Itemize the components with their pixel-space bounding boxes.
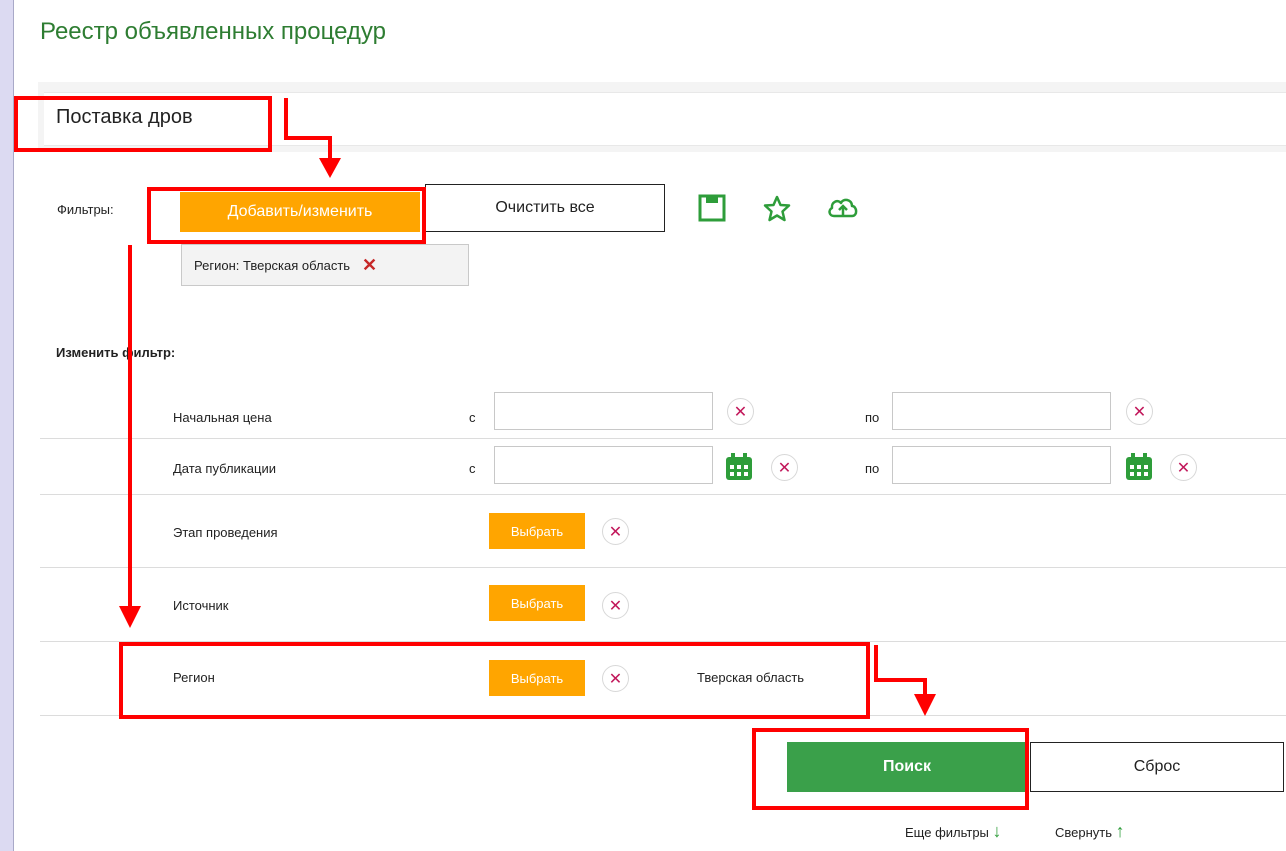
filter-chip-region: Регион: Тверская область ✕ <box>181 244 469 286</box>
date-to-label: по <box>865 461 880 476</box>
stage-clear-icon[interactable]: ✕ <box>602 518 629 545</box>
price-from-label: с <box>469 410 476 425</box>
date-from-clear-icon[interactable]: ✕ <box>771 454 798 481</box>
date-from-label: с <box>469 461 476 476</box>
date-to-input[interactable] <box>892 446 1111 484</box>
annotation-box-search-button <box>752 728 1029 810</box>
calendar-icon[interactable] <box>1124 452 1154 482</box>
star-icon[interactable] <box>762 194 792 224</box>
filter-label-stage: Этап проведения <box>173 525 278 540</box>
filter-chip-label: Регион: Тверская область <box>194 257 351 273</box>
date-from-input[interactable] <box>494 446 713 484</box>
filter-label-initial-price: Начальная цена <box>173 410 272 425</box>
calendar-icon[interactable] <box>724 452 754 482</box>
date-to-clear-icon[interactable]: ✕ <box>1170 454 1197 481</box>
arrow-down-icon: ↓ <box>992 821 1002 841</box>
price-to-clear-icon[interactable]: ✕ <box>1126 398 1153 425</box>
price-from-input[interactable] <box>494 392 713 430</box>
cloud-upload-icon[interactable] <box>826 194 860 222</box>
clear-all-button[interactable]: Очистить все <box>425 184 665 232</box>
row-divider <box>40 438 1286 439</box>
filter-label-source: Источник <box>173 598 229 613</box>
more-filters-label: Еще фильтры <box>905 825 989 840</box>
annotation-box-add-button <box>147 187 426 244</box>
price-from-clear-icon[interactable]: ✕ <box>727 398 754 425</box>
collapse-link[interactable]: Свернуть ↑ <box>1055 821 1125 842</box>
row-divider <box>40 567 1286 568</box>
collapse-label: Свернуть <box>1055 825 1113 840</box>
row-divider <box>40 494 1286 495</box>
page-title: Реестр объявленных процедур <box>40 18 386 45</box>
edit-filter-heading: Изменить фильтр: <box>56 345 176 360</box>
remove-filter-icon[interactable]: ✕ <box>362 256 377 274</box>
annotation-box-region-row <box>119 642 870 719</box>
price-to-label: по <box>865 410 880 425</box>
filters-label: Фильтры: <box>57 202 114 217</box>
annotation-box-search <box>14 96 272 152</box>
price-to-input[interactable] <box>892 392 1111 430</box>
reset-button[interactable]: Сброс <box>1030 742 1284 792</box>
stage-select-button[interactable]: Выбрать <box>489 513 585 549</box>
filter-label-publish-date: Дата публикации <box>173 461 276 476</box>
source-clear-icon[interactable]: ✕ <box>602 592 629 619</box>
more-filters-link[interactable]: Еще фильтры ↓ <box>905 821 1002 842</box>
save-icon[interactable] <box>698 194 726 222</box>
arrow-up-icon: ↑ <box>1115 821 1125 841</box>
source-select-button[interactable]: Выбрать <box>489 585 585 621</box>
